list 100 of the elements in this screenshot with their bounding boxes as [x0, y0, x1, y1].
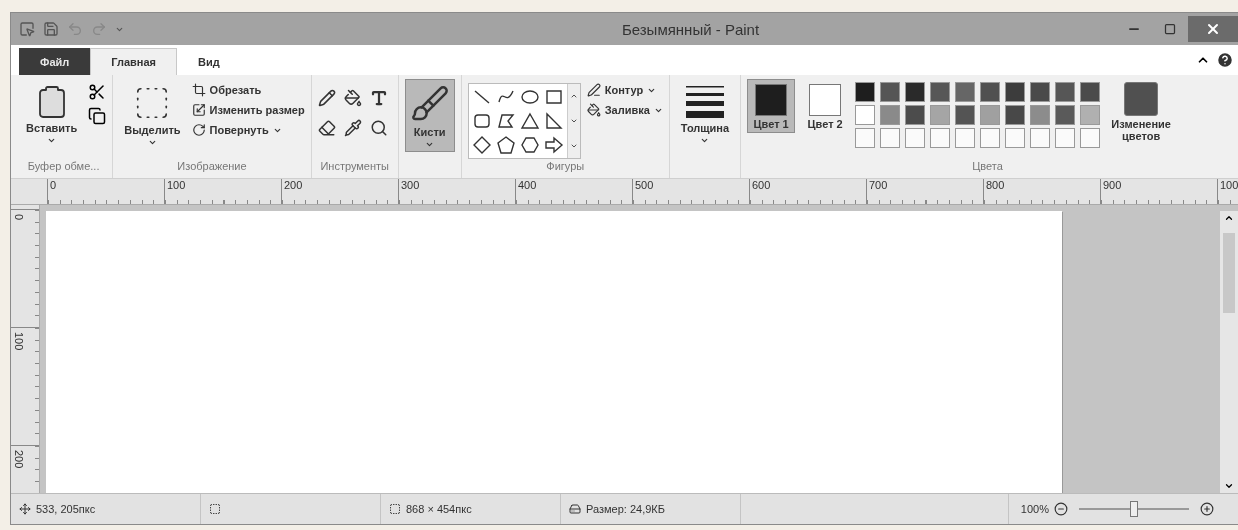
- caret-icon: [147, 138, 157, 147]
- help-icon[interactable]: [1216, 51, 1234, 69]
- image-command-button[interactable]: Обрезать: [191, 83, 305, 97]
- pencil-icon[interactable]: [317, 89, 336, 107]
- file-menu-tab[interactable]: Файл: [19, 48, 91, 75]
- palette-color[interactable]: [1030, 82, 1051, 102]
- palette-color[interactable]: [1030, 105, 1051, 125]
- image-command-button[interactable]: Изменить размер: [191, 103, 305, 117]
- close-icon: [1205, 21, 1221, 37]
- pentagon-shape-icon[interactable]: [495, 135, 516, 155]
- ruler-label: 500: [635, 179, 654, 191]
- app-icon: [19, 21, 35, 37]
- scroll-up-icon[interactable]: [1224, 213, 1234, 223]
- ruler-label: 200: [284, 179, 303, 191]
- palette-color[interactable]: [980, 105, 1001, 125]
- palette-color[interactable]: [980, 82, 1001, 102]
- group-label: Фигуры: [545, 160, 586, 174]
- oval-shape-icon[interactable]: [519, 87, 540, 107]
- ruler-label: 100: [167, 179, 186, 191]
- diamond-shape-icon[interactable]: [471, 135, 492, 155]
- zoom-slider-thumb[interactable]: [1130, 501, 1138, 517]
- palette-color[interactable]: [1080, 105, 1101, 125]
- group-label: Цвета: [971, 160, 1004, 174]
- caret-icon: [47, 136, 57, 145]
- ruler-label: 900: [1103, 179, 1122, 191]
- palette-color[interactable]: [1055, 82, 1076, 102]
- text-icon[interactable]: [369, 89, 388, 107]
- ruler-label: 400: [518, 179, 537, 191]
- palette-color[interactable]: [1055, 105, 1076, 125]
- group-label: Инструменты: [319, 160, 390, 174]
- paste-button[interactable]: Вставить: [21, 79, 83, 148]
- size-button[interactable]: Толщина: [675, 79, 735, 148]
- magnifier-icon[interactable]: [369, 119, 388, 137]
- empty-palette-slot[interactable]: [1055, 128, 1076, 148]
- canvas-size: 868 × 454пкс: [406, 503, 472, 515]
- triangle-shape-icon[interactable]: [519, 111, 540, 131]
- zoom-out-icon[interactable]: [1054, 502, 1068, 516]
- save-icon[interactable]: [43, 21, 59, 37]
- selection-size-icon: [209, 503, 221, 515]
- polygon-shape-icon[interactable]: [495, 111, 516, 131]
- palette-color[interactable]: [1080, 82, 1101, 102]
- palette-color[interactable]: [855, 105, 876, 125]
- close-button[interactable]: [1188, 16, 1238, 42]
- color-select-button[interactable]: Цвет 1: [747, 79, 796, 133]
- rounded-rectangle-shape-icon[interactable]: [471, 111, 492, 131]
- ruler-label: 100: [1220, 179, 1238, 191]
- ruler-label: 600: [752, 179, 771, 191]
- palette-color[interactable]: [955, 82, 976, 102]
- edit-colors-icon: [1124, 82, 1159, 116]
- palette-color[interactable]: [905, 82, 926, 102]
- palette-color[interactable]: [1005, 105, 1026, 125]
- palette-color[interactable]: [880, 105, 901, 125]
- palette-color[interactable]: [930, 82, 951, 102]
- color-select-button[interactable]: Цвет 2: [801, 79, 850, 133]
- palette-color[interactable]: [1005, 82, 1026, 102]
- outline-button[interactable]: Контур: [586, 83, 663, 97]
- right-triangle-shape-icon[interactable]: [543, 111, 564, 131]
- rectangle-shape-icon[interactable]: [543, 87, 564, 107]
- scroll-down-icon[interactable]: [1224, 481, 1234, 491]
- ruler-label: 0: [50, 179, 57, 191]
- scrollbar-thumb[interactable]: [1223, 233, 1235, 313]
- ruler-label: 300: [401, 179, 420, 191]
- zoom-in-icon[interactable]: [1200, 502, 1214, 516]
- empty-palette-slot[interactable]: [1080, 128, 1101, 148]
- outline-icon: [586, 83, 601, 97]
- hexagon-shape-icon[interactable]: [519, 135, 540, 155]
- arrow-shape-icon[interactable]: [543, 135, 564, 155]
- line-thickness-icon: [686, 84, 724, 120]
- group-label: Изображение: [176, 160, 248, 174]
- palette-color[interactable]: [955, 105, 976, 125]
- scroll-down-icon[interactable]: [569, 117, 578, 125]
- empty-palette-slot[interactable]: [855, 128, 876, 148]
- file-size-icon: [569, 503, 581, 515]
- image-command-button[interactable]: Повернуть: [191, 123, 305, 137]
- vertical-scrollbar[interactable]: [1220, 211, 1238, 493]
- copy-icon[interactable]: [88, 107, 107, 125]
- eraser-icon[interactable]: [317, 119, 336, 137]
- ribbon-tab[interactable]: Главная: [90, 48, 177, 75]
- ruler-label: 800: [986, 179, 1005, 191]
- brushes-button[interactable]: Кисти: [404, 79, 455, 152]
- ribbon-tab[interactable]: Вид: [177, 48, 241, 75]
- fill-icon: [586, 103, 601, 117]
- palette-color[interactable]: [905, 105, 926, 125]
- fill-bucket-icon[interactable]: [343, 89, 362, 107]
- ruler-label: 0: [13, 214, 25, 221]
- edit-colors-button[interactable]: Изменение цветов: [1106, 79, 1177, 145]
- select-button[interactable]: Выделить: [119, 79, 186, 150]
- palette-color[interactable]: [880, 82, 901, 102]
- zoom-level: 100%: [1020, 503, 1049, 515]
- cursor-position: 533, 205пкс: [36, 503, 96, 515]
- canvas-size-icon: [389, 503, 401, 515]
- cut-icon[interactable]: [88, 83, 107, 101]
- window-title: Безымянный - Paint: [620, 20, 761, 38]
- color-picker-icon[interactable]: [343, 119, 362, 137]
- palette-color[interactable]: [930, 105, 951, 125]
- maximize-icon: [1164, 23, 1176, 35]
- resize-icon: [191, 103, 206, 117]
- palette-color[interactable]: [855, 82, 876, 102]
- ruler-label: 100: [13, 332, 25, 351]
- fill-button[interactable]: Заливка: [586, 103, 663, 117]
